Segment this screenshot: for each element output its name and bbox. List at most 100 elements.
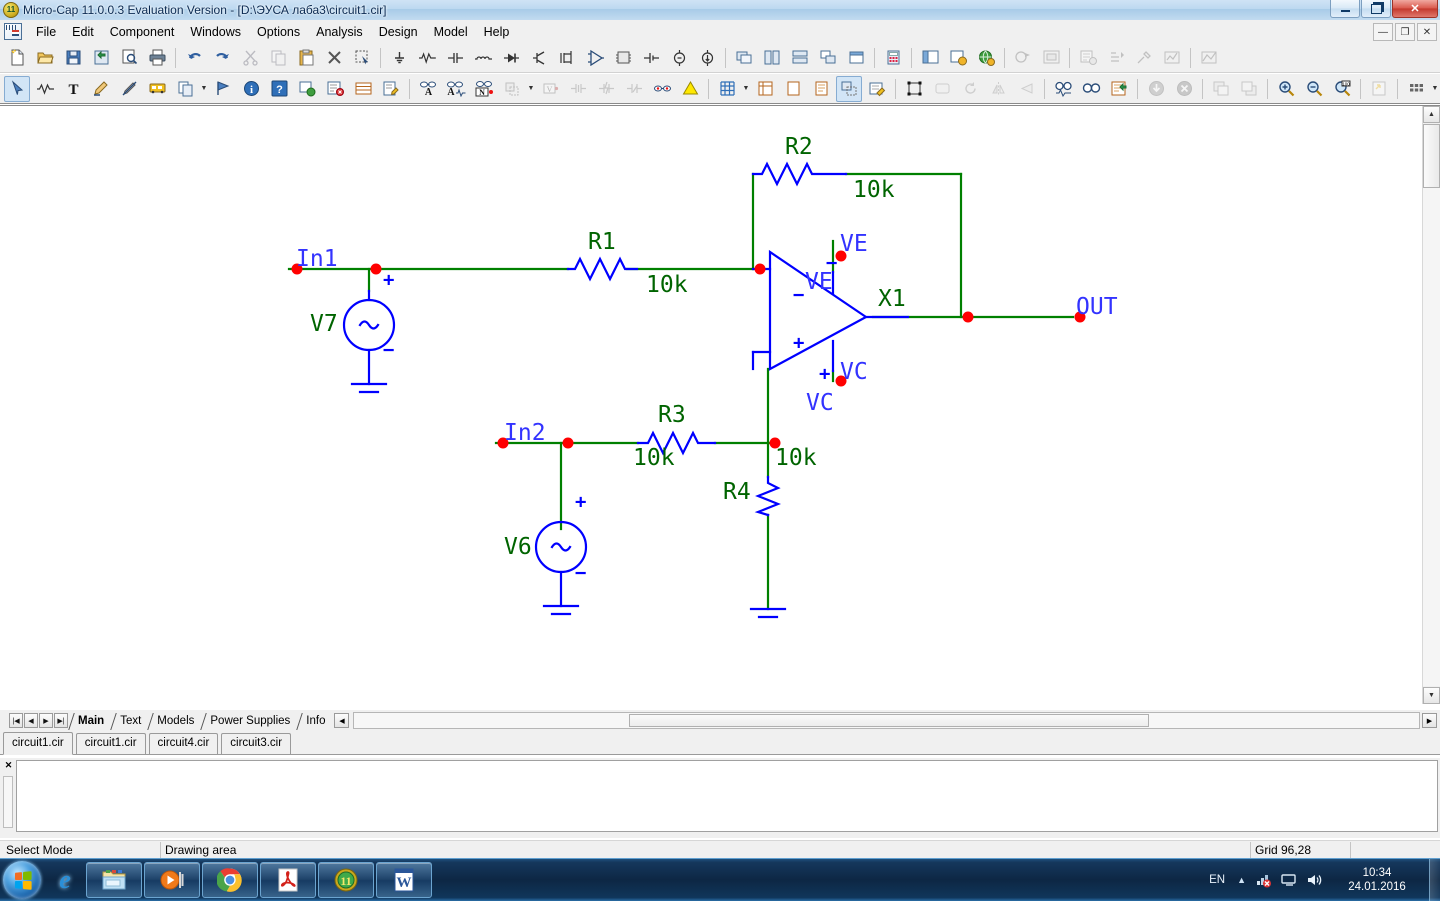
ground-icon[interactable] bbox=[386, 45, 412, 71]
opamp-icon[interactable] bbox=[582, 45, 608, 71]
redo-icon[interactable] bbox=[209, 45, 235, 71]
select-region-icon[interactable] bbox=[349, 45, 375, 71]
warning-icon[interactable] bbox=[677, 76, 703, 102]
dc-voltage-icon[interactable]: V bbox=[537, 76, 563, 102]
resistor-icon[interactable] bbox=[414, 45, 440, 71]
cut-icon[interactable] bbox=[237, 45, 263, 71]
copy-icon[interactable] bbox=[265, 45, 291, 71]
calculator-icon[interactable] bbox=[880, 45, 906, 71]
sheet-tab-power-supplies[interactable]: Power Supplies bbox=[203, 713, 299, 730]
scroll-down-button[interactable]: ▼ bbox=[1423, 687, 1440, 704]
sheet-prev-button[interactable]: ◀ bbox=[24, 713, 38, 728]
inductor-icon[interactable] bbox=[470, 45, 496, 71]
web-link-icon[interactable] bbox=[294, 76, 320, 102]
current-source-icon[interactable] bbox=[694, 45, 720, 71]
menu-windows[interactable]: Windows bbox=[182, 22, 249, 42]
edit-page-icon[interactable] bbox=[864, 76, 890, 102]
tray-chevron-up-icon[interactable]: ▲ bbox=[1237, 875, 1246, 885]
taskbar-word[interactable]: W bbox=[376, 862, 432, 898]
sheet-next-button[interactable]: ▶ bbox=[39, 713, 53, 728]
x-circle-icon[interactable] bbox=[1171, 76, 1197, 102]
menu-file[interactable]: File bbox=[28, 22, 64, 42]
copy-object-icon[interactable] bbox=[172, 76, 198, 102]
print-icon[interactable] bbox=[144, 45, 170, 71]
zoom-100-icon[interactable]: 100 bbox=[1329, 76, 1355, 102]
message-panel-close-button[interactable]: ✕ bbox=[3, 760, 14, 771]
mirror-v-icon[interactable] bbox=[1013, 76, 1039, 102]
new-file-icon[interactable] bbox=[4, 45, 30, 71]
check-list-icon[interactable] bbox=[322, 76, 348, 102]
tray-clock[interactable]: 10:34 24.01.2016 bbox=[1331, 866, 1423, 894]
cascade-icon[interactable] bbox=[815, 45, 841, 71]
rubberband-dropdown-icon[interactable]: ▼ bbox=[526, 77, 536, 101]
taskbar-chrome[interactable] bbox=[202, 862, 258, 898]
page-icon[interactable] bbox=[780, 76, 806, 102]
scale-icon[interactable] bbox=[836, 75, 862, 102]
schematic-drawing[interactable]: In1 In2 OUT VE VE VC VC R1 10k R2 10k R3… bbox=[8, 109, 1412, 709]
nmos-icon[interactable] bbox=[554, 45, 580, 71]
mdi-minimize-button[interactable]: — bbox=[1373, 23, 1393, 41]
component-editor-icon[interactable] bbox=[945, 45, 971, 71]
optimize-icon[interactable] bbox=[1131, 45, 1157, 71]
node-number-icon[interactable]: N bbox=[471, 76, 497, 102]
rubberband-icon[interactable] bbox=[499, 76, 525, 102]
document-tab-circuit1[interactable]: circuit1.cir bbox=[75, 733, 146, 754]
document-tab-circuit1-active[interactable]: circuit1.cir bbox=[3, 732, 73, 755]
current-meter-icon[interactable] bbox=[565, 76, 591, 102]
tile-horizontal-icon[interactable] bbox=[787, 45, 813, 71]
undo-icon[interactable] bbox=[181, 45, 207, 71]
taskbar-microcap[interactable]: 11 bbox=[318, 862, 374, 898]
window-frame-icon[interactable] bbox=[1038, 45, 1064, 71]
flag-icon[interactable] bbox=[210, 76, 236, 102]
attribute-text-icon[interactable]: A bbox=[415, 76, 441, 102]
document-tab-circuit4[interactable]: circuit4.cir bbox=[148, 733, 219, 754]
tray-display-icon[interactable] bbox=[1281, 872, 1297, 888]
hscroll-thumb[interactable] bbox=[629, 714, 1150, 727]
mirror-h-icon[interactable] bbox=[985, 76, 1011, 102]
bring-front-icon[interactable] bbox=[1208, 76, 1234, 102]
panel-grid-icon[interactable] bbox=[1403, 76, 1429, 102]
taskbar-internet-explorer[interactable]: e bbox=[48, 863, 82, 897]
window-minimize-button[interactable] bbox=[1330, 0, 1360, 18]
power-icon[interactable] bbox=[593, 76, 619, 102]
page-border-icon[interactable] bbox=[808, 76, 834, 102]
maximize-window-icon[interactable] bbox=[843, 45, 869, 71]
info-icon[interactable]: i bbox=[238, 76, 264, 102]
select-arrow-icon[interactable] bbox=[4, 75, 30, 102]
attribute-value-icon[interactable]: A bbox=[443, 76, 469, 102]
rounded-box-icon[interactable] bbox=[929, 76, 955, 102]
model-setup-icon[interactable] bbox=[1075, 45, 1101, 71]
fit-page-icon[interactable] bbox=[1366, 76, 1392, 102]
graphic-pen-icon[interactable] bbox=[88, 76, 114, 102]
grid-toggle-icon[interactable] bbox=[714, 76, 740, 102]
scroll-thumb[interactable] bbox=[1423, 124, 1440, 188]
voltage-source-icon[interactable] bbox=[666, 45, 692, 71]
delete-icon[interactable] bbox=[321, 45, 347, 71]
tray-network-icon[interactable] bbox=[1256, 872, 1272, 888]
find-icon[interactable] bbox=[1050, 76, 1076, 102]
scroll-track[interactable] bbox=[1423, 124, 1440, 686]
stepping-icon[interactable] bbox=[1103, 45, 1129, 71]
refresh-page-icon[interactable] bbox=[1106, 76, 1132, 102]
zoom-out-icon[interactable] bbox=[1301, 76, 1327, 102]
menu-model[interactable]: Model bbox=[426, 22, 476, 42]
panel-dropdown-icon[interactable]: ▼ bbox=[1430, 77, 1440, 101]
ic-icon[interactable] bbox=[610, 45, 636, 71]
sheet-tab-info[interactable]: Info bbox=[299, 713, 334, 730]
group-box-icon[interactable] bbox=[901, 76, 927, 102]
help-circle-icon[interactable]: ? bbox=[266, 76, 292, 102]
taskbar-media-player[interactable] bbox=[144, 862, 200, 898]
taskbar-acrobat[interactable] bbox=[260, 862, 316, 898]
node-pair-icon[interactable] bbox=[649, 76, 675, 102]
hscroll-left-button[interactable]: ◀ bbox=[334, 713, 350, 728]
zoom-in-icon[interactable] bbox=[1273, 76, 1299, 102]
grid-table-icon[interactable] bbox=[350, 76, 376, 102]
show-desktop-button[interactable] bbox=[1429, 859, 1440, 901]
wire-icon[interactable] bbox=[32, 76, 58, 102]
schematic-canvas-area[interactable]: In1 In2 OUT VE VE VC VC R1 10k R2 10k R3… bbox=[0, 105, 1440, 730]
menu-component[interactable]: Component bbox=[102, 22, 183, 42]
bus-icon[interactable] bbox=[144, 76, 170, 102]
sheet-first-button[interactable]: |◀ bbox=[9, 713, 23, 728]
transistor-icon[interactable] bbox=[526, 45, 552, 71]
taskbar-explorer[interactable] bbox=[86, 862, 142, 898]
